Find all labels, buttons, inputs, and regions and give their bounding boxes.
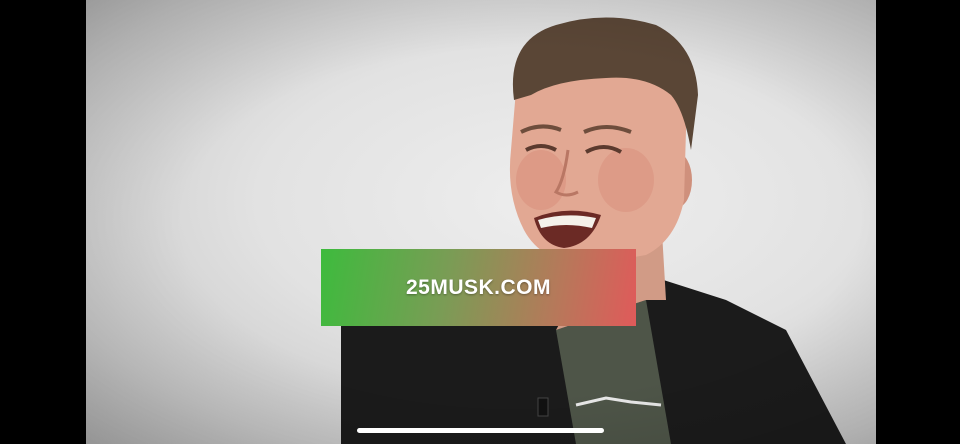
promo-banner[interactable]: 25MUSK.COM	[321, 249, 636, 326]
promo-banner-text: 25MUSK.COM	[405, 275, 552, 299]
video-frame[interactable]	[86, 0, 876, 444]
home-indicator-bar[interactable]	[357, 428, 604, 433]
speaker-video-image	[341, 17, 846, 444]
phone-screen: 25MUSK.COM	[0, 0, 960, 444]
